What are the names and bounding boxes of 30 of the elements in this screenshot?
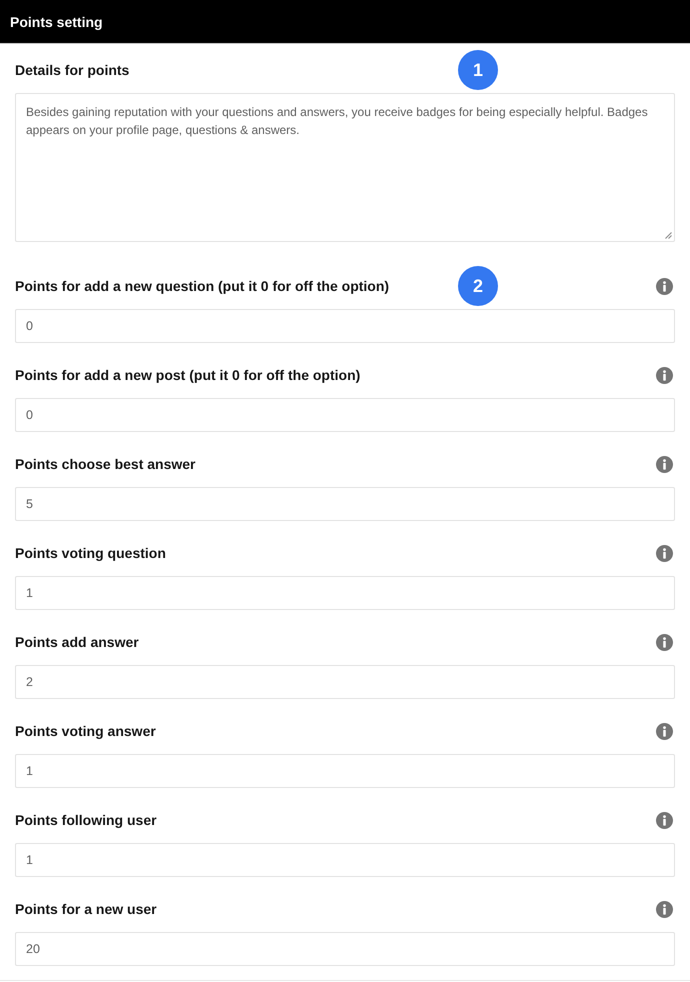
field-label: Points voting question [15,544,166,563]
info-icon[interactable] [656,634,673,650]
resize-grip-icon[interactable] [665,232,672,239]
field-label: Points following user [15,811,157,830]
input-field[interactable]: 5 [15,487,675,521]
input-field[interactable]: 1 [15,843,675,877]
input-field[interactable]: 1 [15,576,675,610]
field-label: Points add answer [15,633,139,652]
field-label: Points for add a new post (put it 0 for off the option) [15,366,360,385]
input-field[interactable]: 2 [15,665,675,699]
info-icon[interactable] [656,812,673,828]
info-icon[interactable] [656,278,673,294]
info-icon[interactable] [656,544,673,562]
step-marker: 1 [458,50,498,90]
field-label: Points choose best answer [15,455,196,474]
input-field[interactable]: 20 [15,932,675,966]
info-icon[interactable] [656,456,673,472]
field-label: Points for a new user [15,900,157,919]
details-textarea[interactable]: Besides gaining reputation with your questions and answers, you receive badges for being especially helpful. Badges appears on your profile page, questions & answers. [15,93,675,242]
info-icon[interactable] [656,722,673,740]
step-marker: 2 [458,266,498,306]
page-title: Points setting [10,12,103,32]
field-label: Details for points [15,61,130,80]
input-field[interactable]: 0 [15,309,675,343]
input-field[interactable]: 0 [15,398,675,432]
field-label: Points voting answer [15,722,156,741]
info-icon[interactable] [656,900,673,918]
field-label: Points for add a new question (put it 0 for off the option) [15,277,390,296]
input-field[interactable]: 1 [15,754,675,788]
info-icon[interactable] [656,366,673,384]
